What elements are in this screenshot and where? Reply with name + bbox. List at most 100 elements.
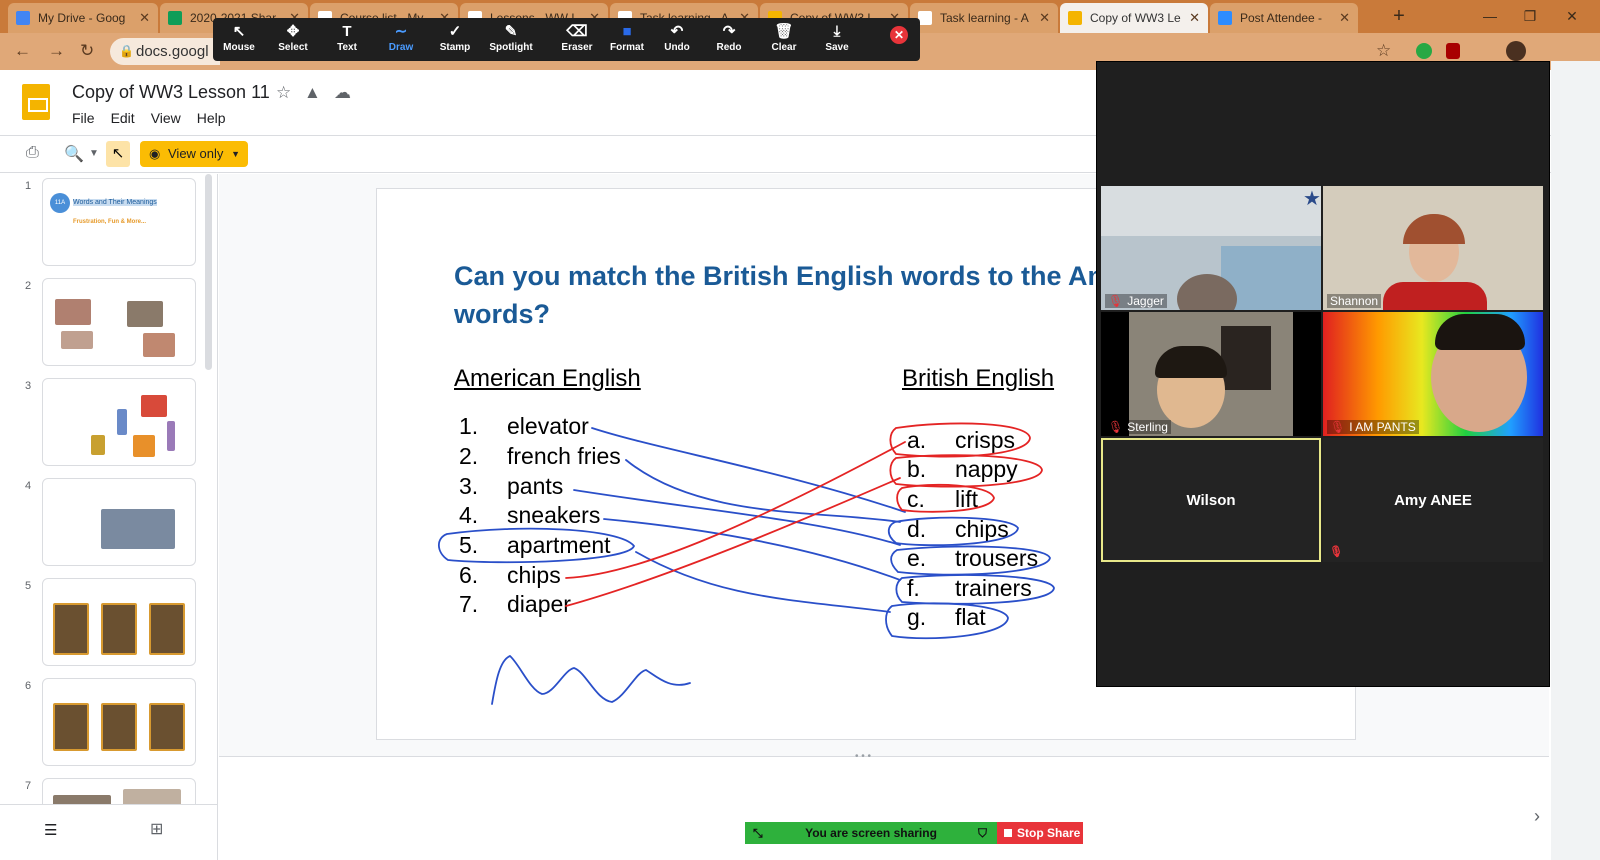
- menu-view[interactable]: View: [151, 110, 181, 126]
- british-word-item: c. lift: [907, 486, 978, 512]
- stop-share-button[interactable]: Stop Share: [997, 822, 1083, 844]
- chevron-down-icon[interactable]: ▼: [89, 148, 99, 159]
- tab-copy-ww3-active[interactable]: Copy of WW3 Le ✕: [1060, 3, 1208, 33]
- american-word-item: 1. elevator: [459, 413, 589, 439]
- document-title[interactable]: Copy of WW3 Lesson 11: [72, 82, 270, 103]
- thumb-image: [53, 703, 89, 751]
- clear-tool[interactable]: 🗑 Clear: [758, 22, 810, 53]
- url-field[interactable]: 🔒 docs.googl: [110, 38, 220, 65]
- close-icon[interactable]: ✕: [1339, 10, 1350, 26]
- close-annotation-button[interactable]: ✕: [890, 26, 908, 44]
- british-word-item: f. trainers: [907, 575, 1032, 601]
- move-icon: ✥: [286, 23, 300, 40]
- text-tool[interactable]: T Text: [321, 22, 373, 53]
- screen-share-bar: ⤡ You are screen sharing ⛉ Stop Share: [745, 822, 1083, 844]
- zoom-icon[interactable]: 🔍: [64, 144, 84, 164]
- british-english-heading: British English: [902, 365, 1055, 392]
- spotlight-tool[interactable]: ✎ Spotlight: [485, 22, 537, 53]
- slide-thumb-6[interactable]: [42, 678, 196, 766]
- video-tile-jagger[interactable]: ★ 🎙 Jagger: [1101, 186, 1321, 310]
- undo-tool[interactable]: ↶ Undo: [651, 22, 703, 53]
- minimize-icon[interactable]: —: [1470, 4, 1510, 28]
- british-word-item: e. trousers: [907, 545, 1039, 571]
- chevron-right-icon[interactable]: ›: [1534, 806, 1540, 827]
- slide-number: 4: [25, 480, 32, 492]
- profile-avatar[interactable]: [1506, 41, 1526, 61]
- ublock-icon[interactable]: [1446, 43, 1460, 59]
- select-pointer-icon[interactable]: ↖: [106, 141, 130, 167]
- close-icon[interactable]: ✕: [1039, 10, 1050, 26]
- video-tile-shannon[interactable]: Shannon: [1323, 186, 1543, 310]
- close-icon[interactable]: ✕: [1189, 10, 1200, 26]
- menu-file[interactable]: File: [72, 110, 95, 126]
- speaker-notes-area[interactable]: • • •: [219, 751, 1549, 860]
- slides-logo-icon[interactable]: [22, 84, 50, 120]
- slide-thumb-3[interactable]: [42, 378, 196, 466]
- zoom-icon: [1218, 11, 1232, 25]
- mic-muted-icon: 🎙: [1108, 294, 1124, 308]
- video-tile-sterling[interactable]: 🎙 Sterling: [1101, 312, 1321, 436]
- close-window-icon[interactable]: ✕: [1552, 4, 1592, 28]
- print-icon[interactable]: ⎙: [26, 144, 39, 162]
- mouse-tool[interactable]: ↖ Mouse: [213, 22, 265, 53]
- drive-move-icon[interactable]: ▲: [304, 83, 321, 103]
- slide-filmstrip: 1 11A Words and Their Meanings Frustrati…: [0, 174, 218, 860]
- forward-icon[interactable]: →: [48, 41, 65, 61]
- grid-view-icon[interactable]: ⊞: [150, 819, 163, 839]
- video-tile-amy[interactable]: Amy ANEE 🎙: [1323, 438, 1543, 562]
- reload-icon[interactable]: ↻: [80, 41, 94, 61]
- thumb-image: [55, 299, 91, 325]
- thumb-image: [91, 435, 105, 455]
- menu-edit[interactable]: Edit: [111, 110, 135, 126]
- tab-my-drive[interactable]: My Drive - Goog ✕: [8, 3, 158, 33]
- tab-post-attendee[interactable]: Post Attendee - ✕: [1210, 3, 1358, 33]
- slides-icon: [1068, 11, 1082, 25]
- slide-thumb-2[interactable]: [42, 278, 196, 366]
- stamp-tool[interactable]: ✓ Stamp: [429, 22, 481, 53]
- thumb-image: [101, 703, 137, 751]
- tab-task-learning-2[interactable]: Task learning - A ✕: [910, 3, 1058, 33]
- extension-icon[interactable]: [1416, 43, 1432, 59]
- thumb-image: [133, 435, 155, 457]
- participant-name: 🎙 I AM PANTS: [1327, 420, 1419, 434]
- american-word-item: 5. apartment: [459, 532, 611, 558]
- slide-number: 3: [25, 380, 32, 392]
- list-view-icon[interactable]: ☰: [44, 821, 57, 839]
- video-tile-i-am-pants[interactable]: 🎙 I AM PANTS: [1323, 312, 1543, 436]
- participant-name: 🎙 Sterling: [1105, 420, 1171, 434]
- slide-thumb-4[interactable]: [42, 478, 196, 566]
- filmstrip-scrollbar[interactable]: [205, 174, 212, 370]
- lock-icon: 🔒: [119, 44, 134, 58]
- restore-icon[interactable]: ❐: [1510, 4, 1550, 28]
- chevron-down-icon: ▼: [231, 149, 240, 159]
- thumb-subtitle: Frustration, Fun & More...: [73, 219, 146, 225]
- back-icon[interactable]: ←: [14, 41, 31, 61]
- draw-tool[interactable]: ∼ Draw: [375, 22, 427, 53]
- download-icon: ⤓: [833, 23, 841, 40]
- save-tool[interactable]: ⤓ Save: [811, 22, 863, 53]
- drag-handle-icon[interactable]: • • •: [855, 751, 871, 762]
- cursor-icon: ↖: [232, 23, 246, 40]
- format-tool[interactable]: ■ Format: [601, 22, 653, 53]
- new-tab-button[interactable]: +: [1387, 5, 1411, 29]
- participant-name: Amy ANEE: [1394, 491, 1472, 509]
- menu-help[interactable]: Help: [197, 110, 226, 126]
- video-tile-wilson[interactable]: Wilson: [1101, 438, 1321, 562]
- thumb-image: [61, 331, 93, 349]
- sharing-status[interactable]: ⤡ You are screen sharing ⛉: [745, 822, 997, 844]
- redo-tool[interactable]: ↷ Redo: [703, 22, 755, 53]
- slide-thumb-5[interactable]: [42, 578, 196, 666]
- close-icon[interactable]: ✕: [139, 10, 150, 26]
- star-icon[interactable]: ☆: [276, 83, 291, 103]
- eraser-tool[interactable]: ⌫ Eraser: [551, 22, 603, 53]
- slide-thumb-1[interactable]: 11A Words and Their Meanings Frustration…: [42, 178, 196, 266]
- american-word-item: 7. diaper: [459, 591, 571, 617]
- thumb-image: [127, 301, 163, 327]
- slide-number: 7: [25, 780, 32, 792]
- participant-name: Wilson: [1186, 491, 1236, 509]
- cloud-status-icon[interactable]: ☁: [334, 83, 351, 103]
- view-only-button[interactable]: ◉ View only ▼: [140, 141, 248, 167]
- trash-icon: 🗑: [774, 23, 794, 40]
- bookmark-star-icon[interactable]: ☆: [1376, 41, 1391, 61]
- select-tool[interactable]: ✥ Select: [267, 22, 319, 53]
